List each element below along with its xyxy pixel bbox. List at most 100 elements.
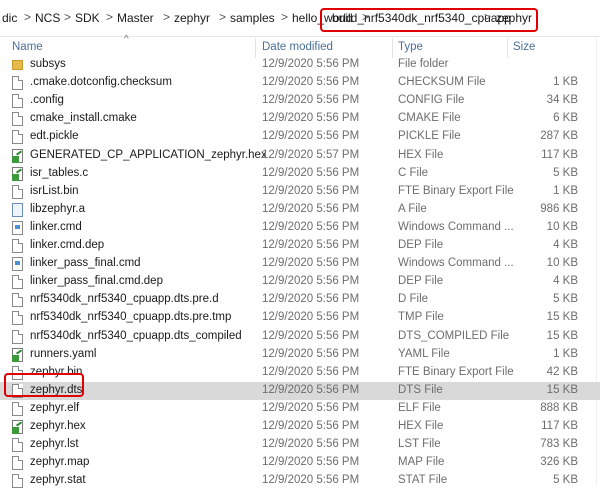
file-row[interactable]: nrf5340dk_nrf5340_cpuapp.dts.pre.d 12/9/2…	[0, 291, 600, 309]
command-file-icon	[12, 257, 23, 272]
file-highlight-box	[4, 373, 84, 397]
file-row[interactable]: nrf5340dk_nrf5340_cpuapp.dts_compiled 12/…	[0, 328, 600, 346]
breadcrumb-item-master[interactable]: Master	[117, 11, 154, 25]
chevron-right-icon[interactable]: >	[219, 10, 226, 24]
breadcrumb-item-zephyr[interactable]: zephyr	[174, 11, 210, 25]
file-row[interactable]: zephyr.elf 12/9/2020 5:56 PM ELF File 888 K…	[0, 400, 600, 418]
file-row[interactable]: linker_pass_final.cmd.dep 12/9/2020 5:56 …	[0, 273, 600, 291]
file-date-modified: 12/9/2020 5:56 PM	[262, 438, 360, 451]
archive-file-icon	[12, 202, 23, 217]
file-type: CHECKSUM File	[398, 76, 486, 89]
breadcrumb-item-samples[interactable]: samples	[230, 11, 275, 25]
file-name: zephyr.map	[30, 456, 90, 469]
file-type: TMP File	[398, 311, 444, 324]
file-row[interactable]: .cmake.dotconfig.checksum 12/9/2020 5:56 …	[0, 74, 600, 92]
breadcrumb-item-zephyr-current[interactable]: zephyr	[496, 11, 532, 25]
chevron-right-icon[interactable]: >	[281, 10, 288, 24]
file-type: FTE Binary Export File	[398, 184, 514, 197]
editable-file-icon	[12, 347, 23, 362]
file-row[interactable]: isr_tables.c 12/9/2020 5:56 PM C File 5 KB	[0, 165, 600, 183]
column-divider[interactable]	[255, 38, 256, 58]
column-divider[interactable]	[392, 38, 393, 58]
column-header-date[interactable]: Date modified	[262, 41, 333, 53]
file-row[interactable]: .config 12/9/2020 5:56 PM CONFIG File 34 KB	[0, 92, 600, 110]
file-row[interactable]: runners.yaml 12/9/2020 5:56 PM YAML File 1 …	[0, 346, 600, 364]
column-divider[interactable]	[507, 38, 508, 58]
file-name: nrf5340dk_nrf5340_cpuapp.dts.pre.tmp	[30, 311, 232, 324]
file-icon	[12, 184, 23, 199]
file-row[interactable]: zephyr.bin 12/9/2020 5:56 PM FTE Binary Ex…	[0, 364, 600, 382]
chevron-right-icon[interactable]: >	[484, 10, 491, 24]
file-date-modified: 12/9/2020 5:56 PM	[262, 239, 360, 251]
file-type: HEX File	[398, 420, 444, 432]
file-name: isrList.bin	[30, 184, 79, 197]
chevron-right-icon[interactable]: >	[64, 10, 71, 24]
file-size: 34 KB	[546, 94, 578, 107]
file-row[interactable]: libzephyr.a 12/9/2020 5:56 PM A File 986 KB	[0, 201, 600, 219]
file-type: DTS File	[398, 383, 443, 396]
file-size: 1 KB	[553, 184, 578, 197]
file-date-modified: 12/9/2020 5:56 PM	[262, 365, 360, 378]
file-type: MAP File	[398, 456, 445, 469]
file-name: linker.cmd.dep	[30, 239, 105, 251]
file-size: 5 KB	[553, 166, 578, 179]
chevron-right-icon[interactable]: >	[106, 10, 113, 24]
file-type: ELF File	[398, 401, 441, 414]
file-type: Windows Command ...	[398, 220, 514, 233]
file-date-modified: 12/9/2020 5:56 PM	[262, 58, 360, 70]
file-row[interactable]: zephyr.map 12/9/2020 5:56 PM MAP File 326 K…	[0, 454, 600, 472]
file-row[interactable]: cmake_install.cmake 12/9/2020 5:56 PM CMAK…	[0, 110, 600, 128]
chevron-right-icon[interactable]: >	[24, 10, 31, 24]
file-icon	[12, 76, 23, 91]
file-row[interactable]: linker.cmd.dep 12/9/2020 5:56 PM DEP File 4…	[0, 237, 600, 255]
file-name: nrf5340dk_nrf5340_cpuapp.dts.pre.d	[30, 293, 219, 306]
file-row[interactable]: GENERATED_CP_APPLICATION_zephyr.hex 12/9/…	[0, 147, 600, 165]
file-date-modified: 12/9/2020 5:56 PM	[262, 130, 360, 143]
file-name: .cmake.dotconfig.checksum	[30, 76, 172, 89]
file-date-modified: 12/9/2020 5:56 PM	[262, 257, 360, 270]
breadcrumb-item-ncs[interactable]: NCS	[35, 11, 60, 25]
file-type: STAT File	[398, 474, 448, 487]
file-icon	[12, 311, 23, 326]
file-date-modified: 12/9/2020 5:56 PM	[262, 347, 360, 360]
file-size: 15 KB	[546, 311, 578, 324]
file-row[interactable]: zephyr.lst 12/9/2020 5:56 PM LST File 783 K…	[0, 436, 600, 454]
file-name: edt.pickle	[30, 130, 79, 143]
breadcrumb-item-sdk[interactable]: SDK	[75, 11, 100, 25]
file-date-modified: 12/9/2020 5:56 PM	[262, 329, 360, 342]
chevron-right-icon[interactable]: >	[163, 10, 170, 24]
file-date-modified: 12/9/2020 5:56 PM	[262, 166, 360, 179]
column-header-type[interactable]: Type	[398, 41, 423, 53]
file-row[interactable]: zephyr.hex 12/9/2020 5:56 PM HEX File 117 K…	[0, 418, 600, 436]
file-icon	[12, 456, 23, 471]
file-row[interactable]: isrList.bin 12/9/2020 5:56 PM FTE Binary E…	[0, 183, 600, 201]
file-name: isr_tables.c	[30, 166, 89, 179]
breadcrumb-item-dic[interactable]: dic	[2, 11, 17, 25]
file-type: A File	[398, 202, 427, 215]
file-type: HEX File	[398, 148, 444, 161]
file-row[interactable]: subsys 12/9/2020 5:56 PM File folder	[0, 56, 600, 74]
file-size: 15 KB	[546, 383, 578, 396]
file-row[interactable]: zephyr.stat 12/9/2020 5:56 PM STAT File 5 K…	[0, 472, 600, 490]
file-icon	[12, 239, 23, 253]
file-size: 1 KB	[553, 347, 578, 360]
file-row[interactable]: edt.pickle 12/9/2020 5:56 PM PICKLE File 28…	[0, 128, 600, 146]
file-row[interactable]: zephyr.dts 12/9/2020 5:56 PM DTS File 15 KB	[0, 381, 600, 400]
file-icon	[12, 329, 23, 344]
file-name: linker_pass_final.cmd	[30, 257, 141, 270]
file-date-modified: 12/9/2020 5:56 PM	[262, 293, 360, 306]
file-row[interactable]: linker_pass_final.cmd 12/9/2020 5:56 PM Wi…	[0, 255, 600, 273]
file-name: GENERATED_CP_APPLICATION_zephyr.hex	[30, 148, 267, 161]
file-type: PICKLE File	[398, 130, 461, 143]
file-size: 986 KB	[540, 202, 578, 215]
command-file-icon	[12, 220, 23, 235]
column-header-size[interactable]: Size	[513, 41, 535, 53]
file-size: 6 KB	[553, 112, 578, 125]
file-date-modified: 12/9/2020 5:56 PM	[262, 76, 360, 89]
column-header-name[interactable]: Name	[12, 41, 43, 53]
file-row[interactable]: linker.cmd 12/9/2020 5:56 PM Windows Comma…	[0, 219, 600, 237]
file-type: DTS_COMPILED File	[398, 329, 510, 342]
file-row[interactable]: nrf5340dk_nrf5340_cpuapp.dts.pre.tmp 12/9…	[0, 309, 600, 327]
file-icon	[12, 94, 23, 109]
file-date-modified: 12/9/2020 5:56 PM	[262, 184, 360, 197]
